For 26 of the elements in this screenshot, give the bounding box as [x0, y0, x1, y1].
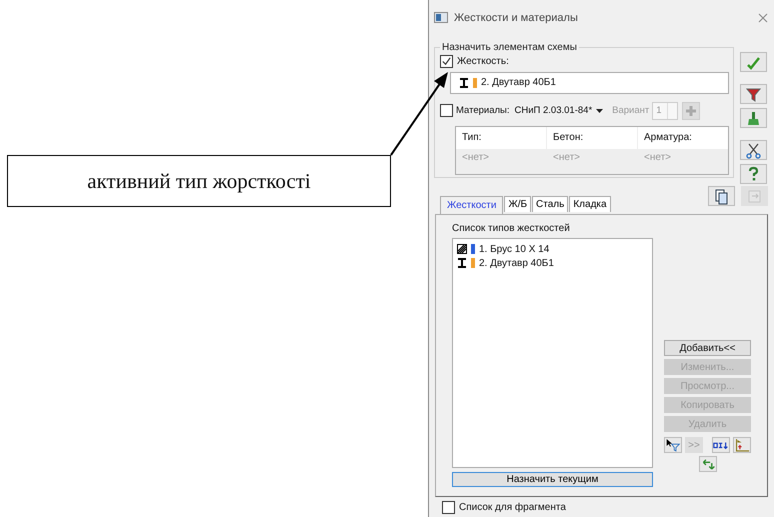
list-item[interactable]: 1. Брус 10 X 14: [479, 244, 550, 254]
checkbox-label[interactable]: Жесткость:: [457, 56, 509, 67]
tab[interactable]: Сталь: [532, 196, 568, 212]
list-item[interactable]: 2. Двутавр 40Б1: [479, 258, 554, 268]
group-title: Назначить элементам схемы: [441, 42, 578, 53]
list-label: Список типов жесткостей: [452, 223, 571, 234]
norm-dropdown[interactable]: СНиП 2.03.01-84*: [514, 105, 604, 116]
table-cell-text: <нет>: [552, 150, 582, 165]
variant-label: Вариант: [612, 105, 650, 116]
window-title: Жесткости и материалы: [454, 12, 579, 24]
action-button[interactable]: Добавить<<: [664, 340, 751, 356]
column-header: Тип:: [456, 126, 546, 149]
checkbox-label[interactable]: Материалы:: [456, 105, 510, 116]
active-stiffness-field[interactable]: 2. Двутавр 40Б1: [450, 72, 729, 94]
column-header: Бетон:: [547, 126, 637, 149]
field-value: 2. Двутавр 40Б1: [481, 77, 556, 88]
tab[interactable]: Жесткости: [440, 196, 504, 214]
stiffness-list[interactable]: 1. Брус 10 X 14 2. Двутавр 40Б1: [452, 238, 653, 468]
tab[interactable]: Кладка: [569, 196, 611, 212]
assign-current-button[interactable]: Назначить текущим: [452, 472, 653, 487]
table-cell-text: <нет>: [461, 150, 490, 165]
checkbox-label[interactable]: Список для фрагмента: [459, 502, 566, 512]
tab[interactable]: Ж/Б: [504, 196, 532, 212]
table-cell-text: <нет>: [643, 150, 672, 165]
column-header: Арматура:: [638, 126, 728, 149]
callout-label: активний тип жорсткості: [7, 155, 391, 207]
